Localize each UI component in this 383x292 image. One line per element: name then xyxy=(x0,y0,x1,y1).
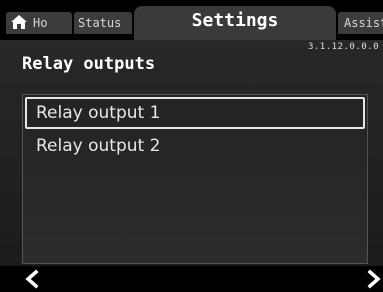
relay-output-list: Relay output 1 Relay output 2 xyxy=(22,94,368,264)
list-item-label: Relay output 1 xyxy=(36,103,161,123)
tab-assist[interactable]: Assist xyxy=(338,12,383,34)
screen: Ho Status Settings Assist 3.1.12.0.0.0 R… xyxy=(0,0,383,292)
list-item-relay-output-2[interactable]: Relay output 2 xyxy=(25,131,365,163)
tab-status-label: Status xyxy=(78,16,122,30)
tab-status[interactable]: Status xyxy=(74,12,132,34)
chevron-right-icon[interactable] xyxy=(364,268,383,290)
tab-home[interactable]: Ho xyxy=(6,12,72,34)
page-title: Relay outputs xyxy=(22,54,156,74)
tab-settings[interactable]: Settings xyxy=(134,6,336,40)
list-item-label: Relay output 2 xyxy=(36,136,161,156)
tab-settings-label: Settings xyxy=(191,10,279,31)
tab-assist-label: Assist xyxy=(344,16,383,30)
home-icon xyxy=(11,15,27,29)
bottom-nav-bar xyxy=(0,266,383,292)
tab-home-label: Ho xyxy=(33,16,48,30)
tab-bar: Ho Status Settings Assist xyxy=(0,0,383,40)
chevron-left-icon[interactable] xyxy=(22,268,44,290)
version-number: 3.1.12.0.0.0 xyxy=(307,42,379,52)
list-item-relay-output-1[interactable]: Relay output 1 xyxy=(25,97,365,129)
